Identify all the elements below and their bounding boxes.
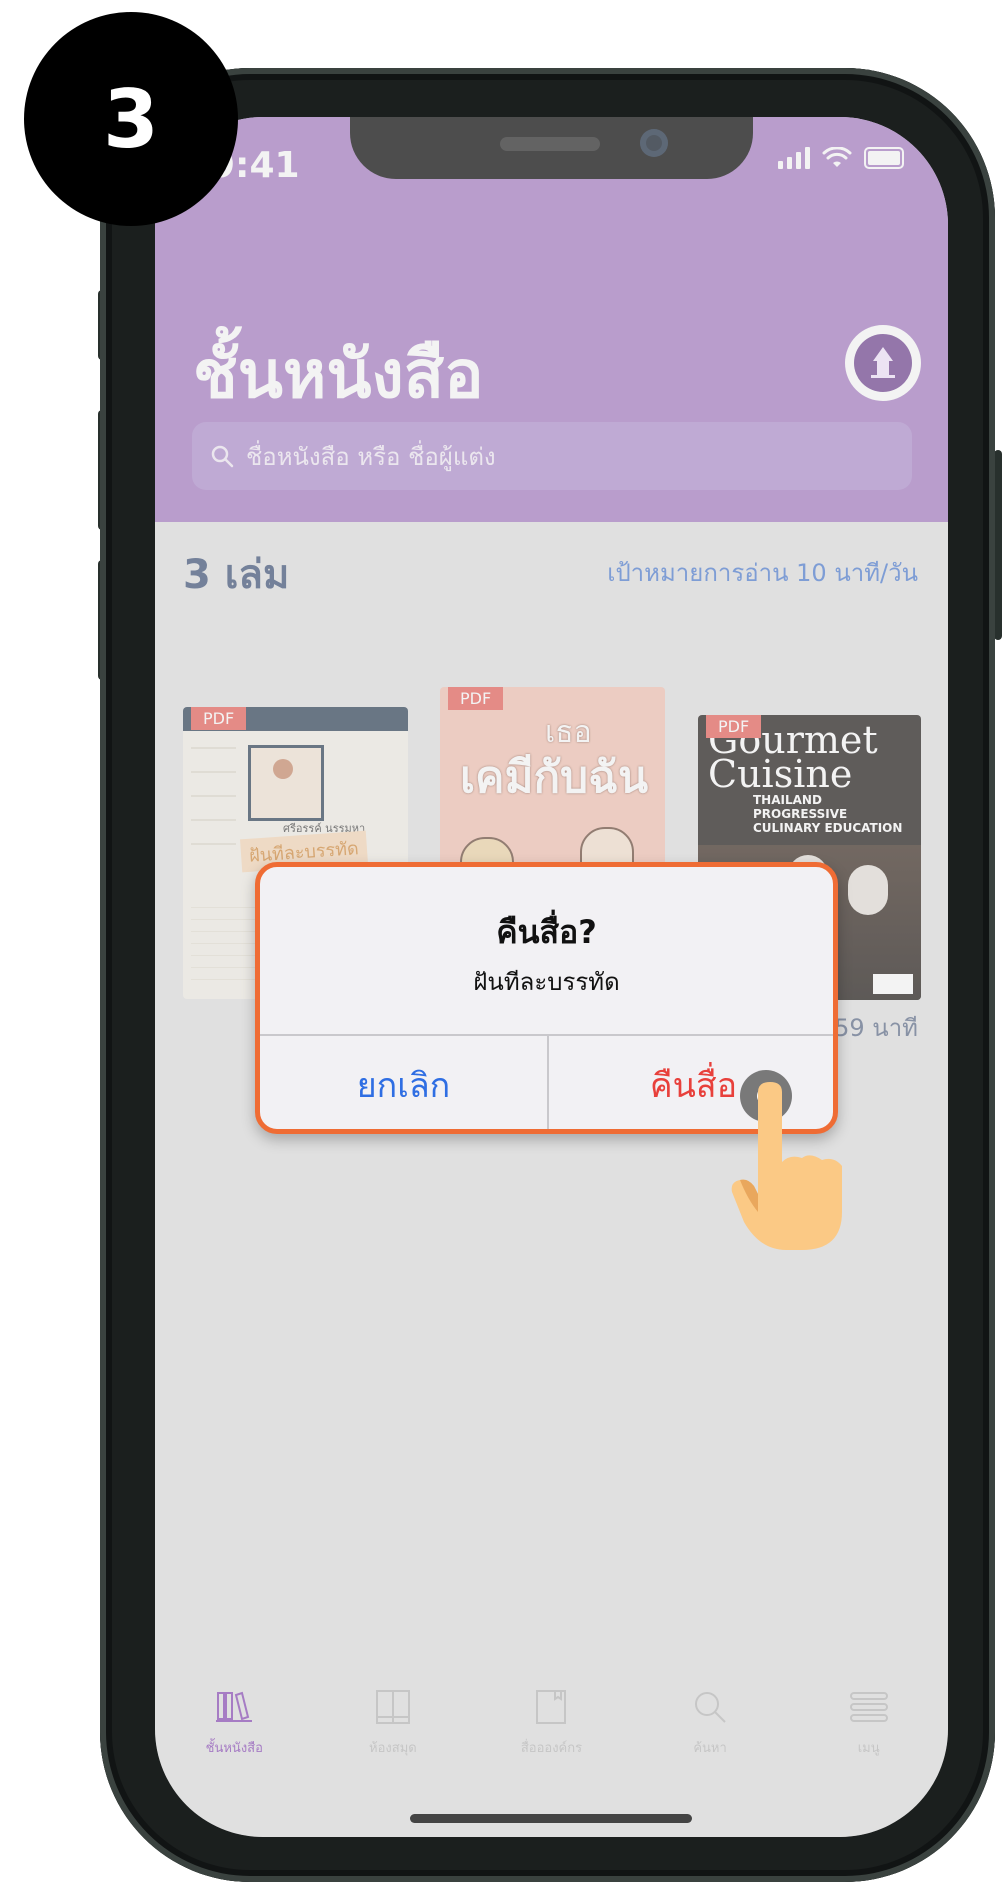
- power-button: [994, 450, 1002, 640]
- home-indicator: [410, 1814, 692, 1823]
- tab-organization-media[interactable]: สื่ออองค์กร: [472, 1677, 631, 1787]
- library-icon: [375, 1690, 410, 1724]
- step-number-badge: 3: [24, 12, 238, 226]
- tab-label: เมนู: [857, 1741, 880, 1756]
- pointing-hand-icon: [731, 1082, 842, 1250]
- dialog-message: ฝันทีละบรรทัด: [473, 968, 620, 996]
- tab-label: ห้องสมุด: [369, 1741, 417, 1756]
- tab-label: สื่ออองค์กร: [520, 1741, 583, 1756]
- cancel-button[interactable]: ยกเลิก: [260, 1036, 547, 1129]
- tab-library[interactable]: ห้องสมุด: [314, 1677, 473, 1787]
- tab-label: ชั้นหนังสือ: [205, 1741, 263, 1756]
- tab-search[interactable]: ค้นหา: [631, 1677, 790, 1787]
- search-icon: [695, 1692, 726, 1723]
- tab-menu[interactable]: เมนู: [789, 1677, 948, 1787]
- tab-bar: ชั้นหนังสือ ห้องสมุด สื่ออองค์กร ค้นหา เ…: [155, 1677, 948, 1787]
- tab-label: ค้นหา: [693, 1741, 727, 1756]
- dialog-title: คืนสื่อ?: [496, 913, 597, 951]
- bookshelf-icon: [216, 1691, 253, 1722]
- book-icon: [536, 1690, 567, 1724]
- tab-bookshelf[interactable]: ชั้นหนังสือ: [155, 1677, 314, 1787]
- menu-icon: [849, 1692, 888, 1722]
